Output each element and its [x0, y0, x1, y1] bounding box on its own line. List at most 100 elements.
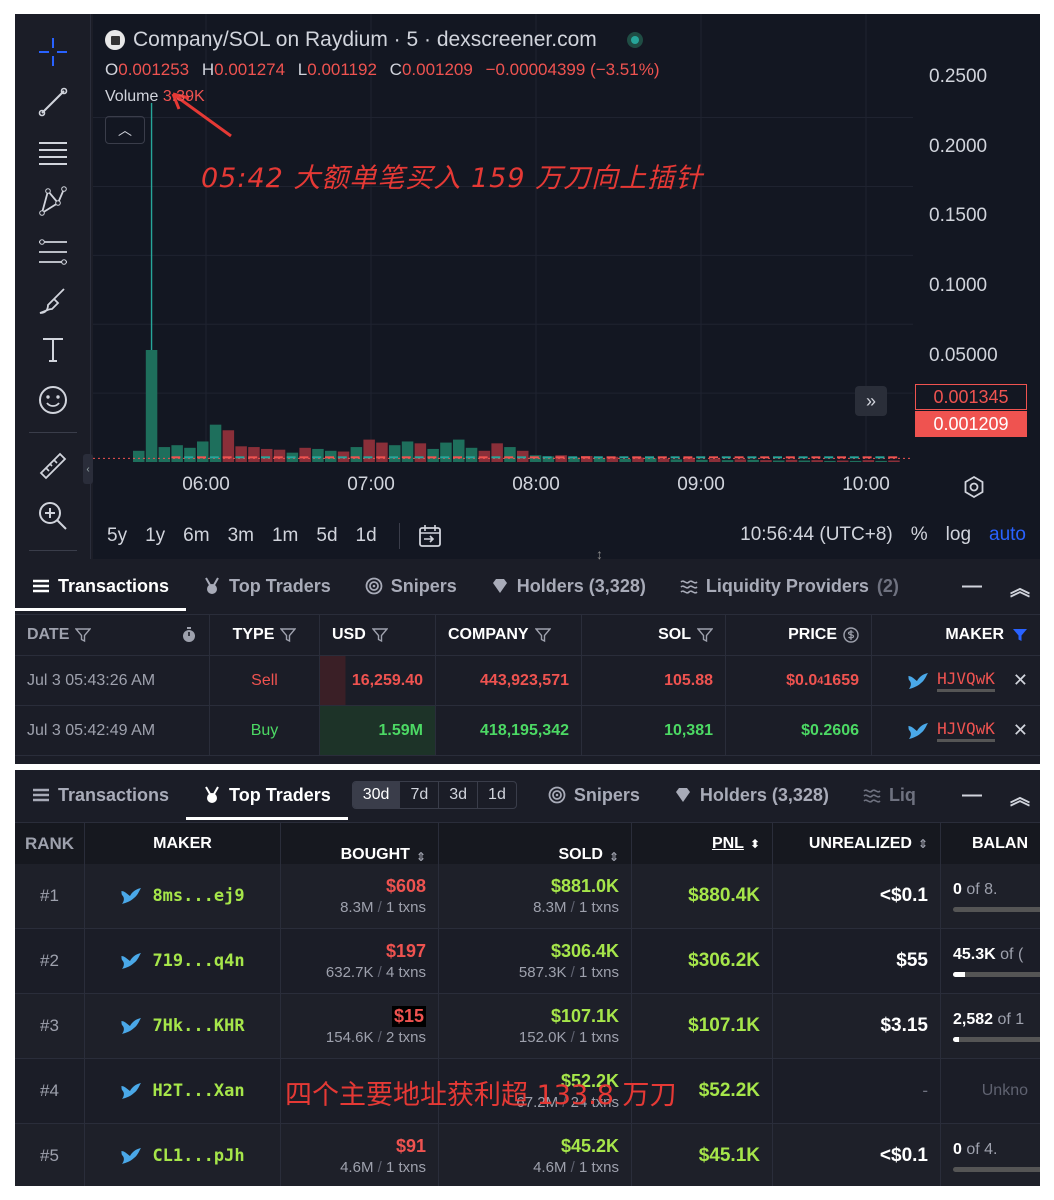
filter-icon[interactable] [75, 627, 92, 643]
panel-controls: — ︽ [952, 770, 1030, 820]
calendar-icon[interactable] [416, 522, 444, 550]
table-row[interactable]: Jul 3 05:42:49 AM Buy 1.59M 418,195,342 … [15, 706, 1040, 756]
price-candle [427, 456, 437, 459]
minimize-icon[interactable]: — [962, 575, 982, 598]
filter-icon[interactable] [534, 627, 551, 643]
whale-icon [908, 722, 929, 739]
filter-active-icon[interactable] [1012, 627, 1028, 643]
maker-address[interactable]: H2T...Xan [152, 1081, 244, 1101]
col-sol[interactable]: SOL [582, 615, 726, 655]
maker-link[interactable]: HJVQwK [937, 719, 995, 742]
collapse-toolbar-icon[interactable]: ‹ [83, 454, 93, 484]
pattern-icon[interactable] [33, 182, 73, 222]
horizontal-lines-icon[interactable] [33, 132, 73, 172]
emoji-icon[interactable] [33, 380, 73, 420]
sold-usd: $45.2K [560, 1136, 619, 1156]
col-sold[interactable]: SOLD ⇕ [439, 823, 632, 864]
maker-address[interactable]: 719...q4n [152, 951, 244, 971]
resize-handle-icon[interactable]: ↕ [596, 546, 603, 562]
range-1m-button[interactable]: 1m [272, 525, 298, 547]
stopwatch-icon[interactable] [181, 627, 197, 643]
maker-address[interactable]: CL1...pJh [152, 1146, 244, 1166]
zoom-in-icon[interactable] [33, 496, 73, 536]
range-1y-button[interactable]: 1y [145, 525, 165, 547]
collapse-legend-button[interactable]: ︿ [105, 116, 145, 144]
minimize-icon[interactable]: — [962, 784, 982, 807]
volume-bar [734, 459, 747, 462]
table-row[interactable]: #1 8ms...ej9 $608 8.3M / 1 txns $881.0K … [15, 864, 1040, 929]
log-toggle[interactable]: log [946, 524, 971, 546]
range-5d-button[interactable]: 5d [316, 525, 337, 547]
close-value: 0.001209 [401, 60, 473, 79]
tab-top-traders[interactable]: Top Traders [186, 561, 348, 611]
col-unrealized[interactable]: UNREALIZED ⇕ [773, 823, 941, 864]
tab-transactions[interactable]: Transactions [15, 770, 186, 820]
price-candle [184, 456, 194, 459]
trader-unrealized: <$0.1 [773, 1124, 941, 1186]
filter-icon[interactable] [280, 627, 297, 643]
tab-liquidity-providers[interactable]: Liquidity Providers (2) [663, 561, 916, 611]
volume-label: Volume [105, 88, 159, 105]
trend-line-icon[interactable] [33, 82, 73, 122]
col-pnl[interactable]: PNL ⬍ [632, 823, 773, 864]
table-row[interactable]: #3 7Hk...KHR $15 154.6K / 2 txns $107.1K… [15, 994, 1040, 1059]
table-row[interactable]: #5 CL1...pJh $91 4.6M / 1 txns $45.2K 4.… [15, 1124, 1040, 1186]
sold-txns: 1 txns [578, 1029, 619, 1046]
col-date[interactable]: DATE [15, 615, 210, 655]
tab-snipers[interactable]: Snipers [531, 770, 657, 820]
balance-amount: 0 [953, 1140, 962, 1158]
range-1d-button[interactable]: 1d [356, 525, 377, 547]
text-icon[interactable] [33, 330, 73, 370]
trader-balance: 2,582 of 1 [941, 994, 1040, 1058]
period-1d[interactable]: 1d [478, 782, 516, 808]
range-6m-button[interactable]: 6m [183, 525, 209, 547]
bought-txns: 2 txns [385, 1029, 426, 1046]
bought-tokens: 8.3M [340, 899, 374, 916]
target-icon [548, 786, 566, 804]
period-3d[interactable]: 3d [439, 782, 479, 808]
maker-address[interactable]: 8ms...ej9 [152, 886, 244, 906]
filter-icon[interactable] [697, 627, 713, 643]
auto-scale-toggle[interactable]: auto [989, 524, 1026, 546]
scroll-to-latest-button[interactable]: » [855, 386, 887, 416]
col-maker[interactable]: MAKER [872, 615, 1040, 655]
dollar-circle-icon[interactable] [843, 627, 859, 643]
filter-icon[interactable] [371, 627, 388, 643]
chart-settings-icon[interactable] [961, 474, 987, 500]
tab-liquidity-providers[interactable]: Liq [846, 770, 933, 820]
high-value: 0.001274 [214, 60, 286, 79]
maker-address[interactable]: 7Hk...KHR [152, 1016, 244, 1036]
tab-holders[interactable]: Holders (3,328) [474, 561, 663, 611]
period-7d[interactable]: 7d [400, 782, 440, 808]
crosshair-icon[interactable] [33, 32, 73, 72]
table-row[interactable]: #2 719...q4n $197 632.7K / 4 txns $306.4… [15, 929, 1040, 994]
price-candle [261, 456, 270, 459]
tx-company: 418,195,342 [436, 706, 582, 755]
expand-icon[interactable]: ︽ [1010, 781, 1030, 810]
col-type[interactable]: TYPE [210, 615, 320, 655]
percent-toggle[interactable]: % [911, 524, 928, 546]
expand-icon[interactable]: ︽ [1010, 572, 1030, 601]
price-chart[interactable]: Company/SOL on Raydium · 5 · dexscreener… [93, 14, 1040, 562]
clear-filter-icon[interactable]: ✕ [1013, 720, 1028, 741]
tab-top-traders[interactable]: Top Traders [186, 770, 348, 820]
col-bought[interactable]: BOUGHT ⇕ [281, 823, 439, 864]
ruler-icon[interactable] [33, 446, 73, 486]
col-balance[interactable]: BALAN [941, 823, 1040, 864]
fib-icon[interactable] [33, 232, 73, 272]
toolbar-divider [29, 550, 77, 551]
maker-link[interactable]: HJVQwK [937, 669, 995, 692]
brush-icon[interactable] [33, 282, 73, 322]
period-30d[interactable]: 30d [352, 782, 401, 808]
col-company[interactable]: COMPANY [436, 615, 582, 655]
range-5y-button[interactable]: 5y [107, 525, 127, 547]
table-row[interactable]: Jul 3 05:43:26 AM Sell 16,259.40 443,923… [15, 656, 1040, 706]
clear-filter-icon[interactable]: ✕ [1013, 670, 1028, 691]
tab-transactions[interactable]: Transactions [15, 561, 187, 611]
col-price[interactable]: PRICE [726, 615, 872, 655]
range-3m-button[interactable]: 3m [228, 525, 254, 547]
tab-snipers[interactable]: Snipers [348, 561, 474, 611]
tab-holders[interactable]: Holders (3,328) [657, 770, 846, 820]
col-usd[interactable]: USD [320, 615, 436, 655]
trader-sold: $45.2K 4.6M / 1 txns [439, 1124, 632, 1186]
